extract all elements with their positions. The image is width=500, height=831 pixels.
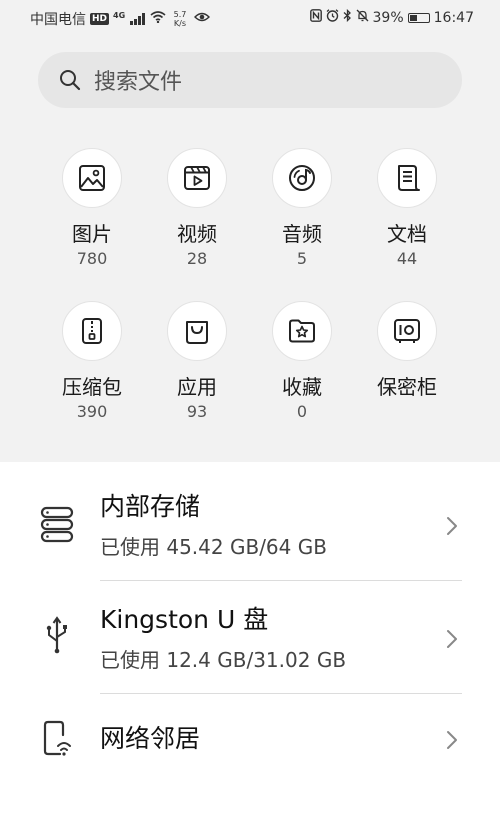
divider bbox=[100, 580, 462, 581]
storage-panel: 内部存储 已使用 45.42 GB/64 GB Kingston U 盘 已使用… bbox=[0, 462, 500, 831]
category-favorites[interactable]: 收藏 0 bbox=[252, 301, 352, 421]
wifi-icon bbox=[150, 11, 166, 27]
category-images[interactable]: 图片 780 bbox=[42, 148, 142, 268]
chevron-right-icon bbox=[447, 630, 457, 648]
chevron-right-icon bbox=[447, 731, 457, 749]
image-icon bbox=[62, 148, 122, 208]
battery-icon bbox=[407, 12, 430, 23]
signal-icon: 4G bbox=[113, 11, 146, 27]
clock: 16:47 bbox=[433, 9, 474, 26]
battery-fill bbox=[409, 14, 417, 21]
category-label: 图片 bbox=[72, 222, 112, 246]
category-label: 音频 bbox=[282, 222, 322, 246]
battery-percent: 39% bbox=[372, 9, 404, 26]
mute-icon bbox=[356, 9, 369, 26]
music-disc-icon bbox=[272, 148, 332, 208]
speed-unit: K/s bbox=[173, 19, 187, 28]
storage-usage: 已使用 45.42 GB/64 GB bbox=[100, 535, 327, 559]
network-device-icon bbox=[43, 720, 71, 756]
category-label: 文档 bbox=[387, 222, 427, 246]
category-count: 93 bbox=[186, 402, 208, 421]
chevron-right-icon bbox=[447, 517, 457, 535]
storage-item-internal[interactable]: 内部存储 已使用 45.42 GB/64 GB bbox=[0, 492, 500, 582]
status-bar: 中国电信 HD 4G 5.7 K/s 39% 16:47 bbox=[0, 0, 500, 36]
category-count: 28 bbox=[186, 249, 208, 268]
category-label: 保密柜 bbox=[377, 375, 437, 399]
category-label: 收藏 bbox=[282, 375, 322, 399]
alarm-icon bbox=[326, 9, 339, 26]
category-audio[interactable]: 音频 5 bbox=[252, 148, 352, 268]
storage-icon bbox=[40, 506, 74, 543]
status-right: 39% 16:47 bbox=[309, 8, 474, 26]
category-safe[interactable]: 保密柜 bbox=[357, 301, 457, 399]
storage-title: 网络邻居 bbox=[100, 724, 201, 753]
bluetooth-icon bbox=[343, 8, 352, 26]
category-count: 390 bbox=[76, 402, 108, 421]
storage-title: 内部存储 bbox=[100, 492, 201, 521]
category-apps[interactable]: 应用 93 bbox=[147, 301, 247, 421]
status-left: 中国电信 HD 4G 5.7 K/s bbox=[30, 9, 211, 29]
category-count: 44 bbox=[396, 249, 418, 268]
category-count: 5 bbox=[296, 249, 308, 268]
storage-usage: 已使用 12.4 GB/31.02 GB bbox=[100, 648, 347, 672]
storage-title: Kingston U 盘 bbox=[100, 605, 269, 634]
category-label: 压缩包 bbox=[62, 375, 122, 399]
category-label: 应用 bbox=[177, 375, 217, 399]
carrier-name: 中国电信 bbox=[30, 12, 86, 28]
storage-item-network[interactable]: 网络邻居 bbox=[0, 720, 500, 760]
category-count: 780 bbox=[76, 249, 108, 268]
speed-value: 5.7 bbox=[173, 10, 187, 19]
zip-icon bbox=[62, 301, 122, 361]
divider bbox=[100, 693, 462, 694]
category-documents[interactable]: 文档 44 bbox=[357, 148, 457, 268]
search-bar[interactable]: 搜索文件 bbox=[38, 52, 462, 108]
app-bag-icon bbox=[167, 301, 227, 361]
usb-icon bbox=[46, 616, 67, 654]
document-icon bbox=[377, 148, 437, 208]
category-videos[interactable]: 视频 28 bbox=[147, 148, 247, 268]
network-speed: 5.7 K/s bbox=[174, 10, 187, 28]
hd-icon: HD bbox=[90, 13, 110, 25]
category-archives[interactable]: 压缩包 390 bbox=[42, 301, 142, 421]
safe-icon bbox=[377, 301, 437, 361]
search-placeholder: 搜索文件 bbox=[94, 70, 183, 95]
network-type: 4G bbox=[113, 11, 126, 20]
search-icon bbox=[60, 70, 81, 91]
category-label: 视频 bbox=[177, 222, 217, 246]
nfc-icon bbox=[309, 9, 322, 26]
category-count: 0 bbox=[296, 402, 308, 421]
eye-icon bbox=[194, 11, 211, 27]
storage-item-usb[interactable]: Kingston U 盘 已使用 12.4 GB/31.02 GB bbox=[0, 605, 500, 695]
video-icon bbox=[167, 148, 227, 208]
favorite-folder-icon bbox=[272, 301, 332, 361]
